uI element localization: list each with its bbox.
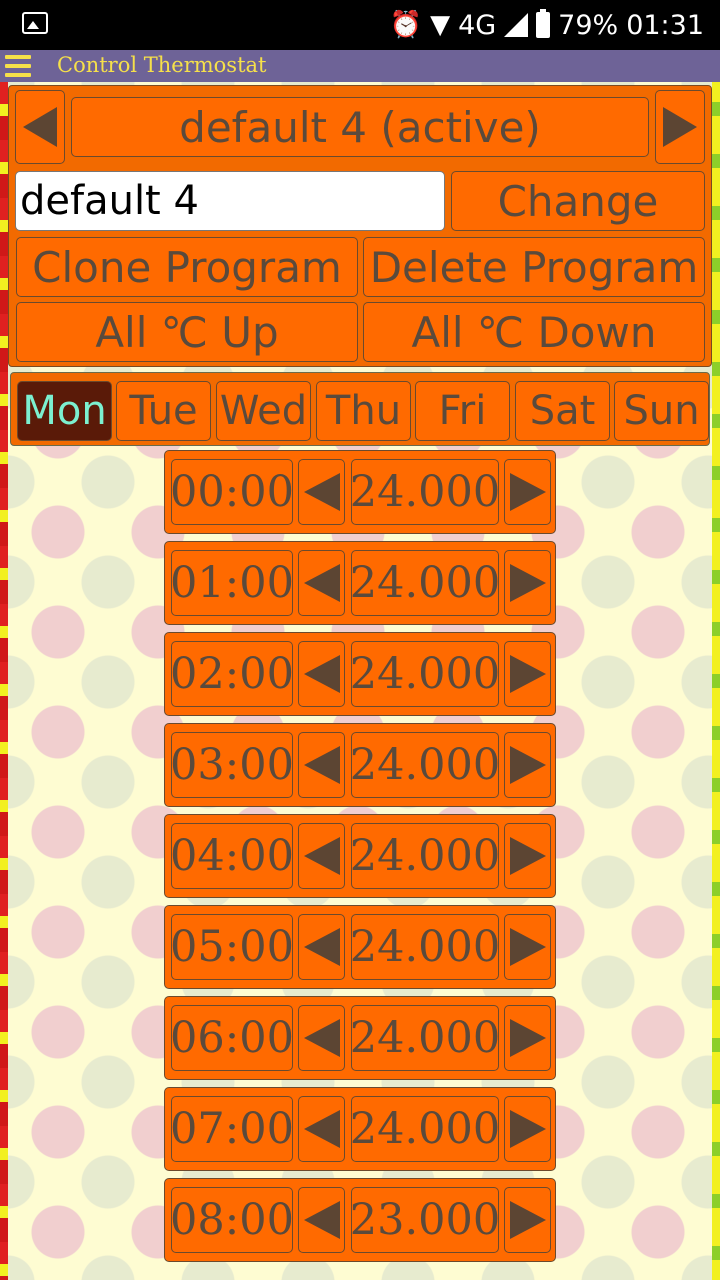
slot-time: 06:00 (171, 1005, 293, 1071)
program-name-input[interactable] (15, 171, 445, 231)
arrow-left-icon (303, 837, 340, 875)
gallery-icon (22, 12, 48, 34)
decrease-temp-button[interactable] (298, 1005, 345, 1071)
increase-temp-button[interactable] (504, 732, 551, 798)
slot-temperature: 24.000 (351, 823, 499, 889)
arrow-left-icon (303, 1019, 340, 1057)
tab-tue[interactable]: Tue (116, 381, 211, 441)
increase-temp-button[interactable] (504, 914, 551, 980)
increase-temp-button[interactable] (504, 550, 551, 616)
delete-program-button[interactable]: Delete Program (363, 237, 705, 297)
previous-program-button[interactable] (15, 90, 65, 164)
app-bar: Control Thermostat (0, 50, 720, 82)
all-temp-up-button[interactable]: All ℃ Up (16, 302, 358, 362)
slot-time: 07:00 (171, 1096, 293, 1162)
slot-time: 04:00 (171, 823, 293, 889)
slot-time: 05:00 (171, 914, 293, 980)
right-border-decoration (712, 82, 720, 1280)
arrow-right-icon (509, 746, 546, 784)
decrease-temp-button[interactable] (298, 914, 345, 980)
increase-temp-button[interactable] (504, 641, 551, 707)
arrow-left-icon (303, 564, 340, 602)
arrow-right-icon (509, 473, 546, 511)
battery-level: 79% (558, 9, 619, 41)
signal-icon (504, 13, 529, 37)
arrow-right-icon (509, 655, 546, 693)
battery-icon (536, 9, 551, 38)
arrow-left-icon (23, 107, 57, 147)
tab-sat[interactable]: Sat (515, 381, 610, 441)
program-title: default 4 (active) (71, 97, 649, 157)
decrease-temp-button[interactable] (298, 641, 345, 707)
tab-mon[interactable]: Mon (17, 381, 112, 441)
slot-temperature: 23.000 (351, 1187, 499, 1253)
app-title: Control Thermostat (57, 53, 267, 77)
tab-sun[interactable]: Sun (614, 381, 709, 441)
clock: 01:31 (626, 9, 704, 41)
increase-temp-button[interactable] (504, 1096, 551, 1162)
slot-time: 03:00 (171, 732, 293, 798)
schedule-row: 06:00 24.000 (164, 996, 556, 1080)
increase-temp-button[interactable] (504, 1005, 551, 1071)
tab-wed[interactable]: Wed (216, 381, 311, 441)
slot-time: 01:00 (171, 550, 293, 616)
schedule-row: 05:00 24.000 (164, 905, 556, 989)
slot-temperature: 24.000 (351, 641, 499, 707)
schedule-row: 04:00 24.000 (164, 814, 556, 898)
arrow-left-icon (303, 746, 340, 784)
increase-temp-button[interactable] (504, 1187, 551, 1253)
increase-temp-button[interactable] (504, 459, 551, 525)
arrow-left-icon (303, 928, 340, 966)
menu-icon[interactable] (5, 55, 31, 77)
decrease-temp-button[interactable] (298, 732, 345, 798)
alarm-icon: ⏰ (389, 10, 423, 40)
arrow-right-icon (509, 1201, 546, 1239)
tab-fri[interactable]: Fri (415, 381, 510, 441)
status-bar: ⏰ ▼ 4G 79% 01:31 (0, 0, 720, 50)
decrease-temp-button[interactable] (298, 823, 345, 889)
slot-time: 00:00 (171, 459, 293, 525)
arrow-left-icon (303, 473, 340, 511)
slot-temperature: 24.000 (351, 732, 499, 798)
decrease-temp-button[interactable] (298, 1096, 345, 1162)
wifi-icon: ▼ (430, 10, 451, 40)
slot-temperature: 24.000 (351, 1096, 499, 1162)
schedule-row: 08:00 23.000 (164, 1178, 556, 1262)
increase-temp-button[interactable] (504, 823, 551, 889)
slot-temperature: 24.000 (351, 459, 499, 525)
decrease-temp-button[interactable] (298, 1187, 345, 1253)
schedule-row: 00:00 24.000 (164, 450, 556, 534)
schedule-row: 02:00 24.000 (164, 632, 556, 716)
day-tabs: Mon Tue Wed Thu Fri Sat Sun (10, 372, 710, 446)
tab-thu[interactable]: Thu (316, 381, 411, 441)
network-type: 4G (458, 9, 497, 41)
schedule-row: 03:00 24.000 (164, 723, 556, 807)
arrow-right-icon (509, 837, 546, 875)
slot-time: 08:00 (171, 1187, 293, 1253)
status-icons: ⏰ ▼ 4G 79% 01:31 (390, 8, 704, 42)
change-button[interactable]: Change (451, 171, 705, 231)
slot-temperature: 24.000 (351, 914, 499, 980)
arrow-right-icon (509, 564, 546, 602)
arrow-left-icon (303, 1110, 340, 1148)
arrow-right-icon (509, 1019, 546, 1057)
schedule-row: 07:00 24.000 (164, 1087, 556, 1171)
all-temp-down-button[interactable]: All ℃ Down (363, 302, 705, 362)
arrow-left-icon (303, 1201, 340, 1239)
slot-time: 02:00 (171, 641, 293, 707)
slot-temperature: 24.000 (351, 1005, 499, 1071)
next-program-button[interactable] (655, 90, 705, 164)
arrow-right-icon (509, 928, 546, 966)
schedule-row: 01:00 24.000 (164, 541, 556, 625)
decrease-temp-button[interactable] (298, 550, 345, 616)
decrease-temp-button[interactable] (298, 459, 345, 525)
left-border-decoration (0, 82, 8, 1280)
slot-temperature: 24.000 (351, 550, 499, 616)
arrow-right-icon (663, 107, 697, 147)
clone-program-button[interactable]: Clone Program (16, 237, 358, 297)
arrow-left-icon (303, 655, 340, 693)
arrow-right-icon (509, 1110, 546, 1148)
